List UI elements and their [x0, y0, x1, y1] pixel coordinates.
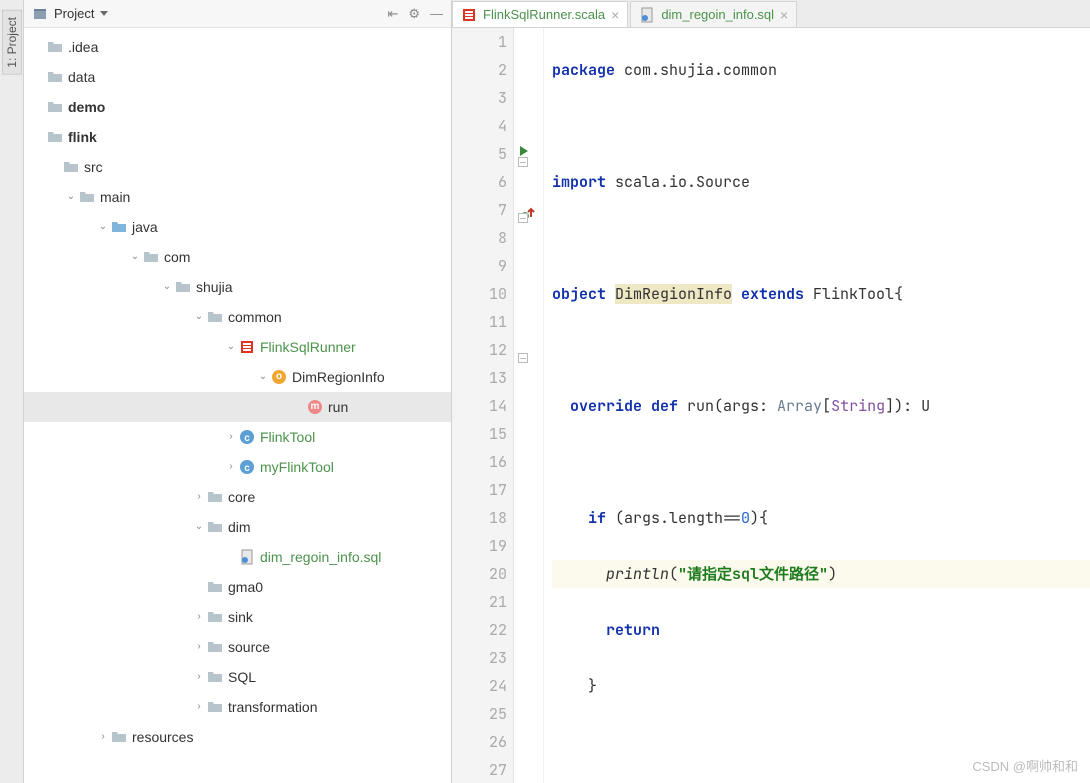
scala-class-icon [239, 339, 255, 355]
tree-item-transformation[interactable]: ›transformation [24, 692, 451, 722]
hide-icon[interactable]: — [430, 6, 443, 21]
project-dropdown-icon[interactable] [100, 11, 108, 16]
editor-area: FlinkSqlRunner.scala × dim_regoin_info.s… [452, 0, 1090, 783]
svg-text:c: c [244, 463, 250, 474]
gear-icon[interactable]: ⚙ [408, 6, 420, 22]
tree-item-source[interactable]: ›source [24, 632, 451, 662]
scala-class-icon: c [239, 429, 255, 445]
tree-item-sql[interactable]: ›SQL [24, 662, 451, 692]
project-icon [32, 6, 48, 22]
tree-item-sqlfile[interactable]: dim_regoin_info.sql [24, 542, 451, 572]
tree-item-shujia[interactable]: ⌄shujia [24, 272, 451, 302]
close-icon[interactable]: × [780, 7, 788, 23]
tab-dimregoininfo[interactable]: dim_regoin_info.sql × [630, 1, 797, 27]
collapse-icon[interactable]: ⇤ [387, 6, 398, 22]
tree-item-resources[interactable]: ›resources [24, 722, 451, 752]
gutter-icons [514, 28, 544, 783]
tree-item-flinksqlrunner[interactable]: ⌄FlinkSqlRunner [24, 332, 451, 362]
tree-item-main[interactable]: ⌄main [24, 182, 451, 212]
project-tree[interactable]: .idea data demo flink src ⌄main ⌄java ⌄c… [24, 28, 451, 783]
project-panel: Project ⇤ ⚙ — .idea data demo flink src … [24, 0, 452, 783]
tree-item-core[interactable]: ›core [24, 482, 451, 512]
project-header: Project ⇤ ⚙ — [24, 0, 451, 28]
tree-item-common[interactable]: ⌄common [24, 302, 451, 332]
tree-item-src[interactable]: src [24, 152, 451, 182]
svg-text:c: c [244, 433, 250, 444]
tree-item-java[interactable]: ⌄java [24, 212, 451, 242]
tree-item-idea[interactable]: .idea [24, 32, 451, 62]
scala-class-icon: c [239, 459, 255, 475]
tree-item-myflinktool[interactable]: ›cmyFlinkTool [24, 452, 451, 482]
method-icon: m [308, 400, 322, 414]
tree-item-dimregioninfo[interactable]: ⌄oDimRegionInfo [24, 362, 451, 392]
code-content[interactable]: package com.shujia.common import scala.i… [544, 28, 1090, 783]
tab-flinksqlrunner[interactable]: FlinkSqlRunner.scala × [452, 1, 628, 27]
tree-item-data[interactable]: data [24, 62, 451, 92]
project-tool-tab[interactable]: 1: Project [2, 10, 22, 75]
sql-file-icon [239, 549, 255, 565]
object-icon: o [272, 370, 286, 384]
fold-icon[interactable] [518, 344, 528, 372]
tool-window-bar[interactable]: 1: Project [0, 0, 24, 783]
tree-item-gma0[interactable]: gma0 [24, 572, 451, 602]
editor-tabs: FlinkSqlRunner.scala × dim_regoin_info.s… [452, 0, 1090, 28]
tree-item-dim[interactable]: ⌄dim [24, 512, 451, 542]
tree-item-demo[interactable]: demo [24, 92, 451, 122]
tree-item-sink[interactable]: ›sink [24, 602, 451, 632]
tree-item-com[interactable]: ⌄com [24, 242, 451, 272]
tree-item-run[interactable]: mrun [24, 392, 451, 422]
close-icon[interactable]: × [611, 7, 619, 23]
line-number-gutter[interactable]: 1234567891011121314151617181920212223242… [452, 28, 514, 783]
tree-item-flinktool[interactable]: ›cFlinkTool [24, 422, 451, 452]
fold-icon[interactable] [518, 148, 528, 176]
project-title: Project [54, 6, 94, 21]
tree-item-flink[interactable]: flink [24, 122, 451, 152]
scala-file-icon [461, 7, 477, 23]
fold-icon[interactable] [518, 204, 528, 232]
code-editor[interactable]: 1234567891011121314151617181920212223242… [452, 28, 1090, 783]
sql-file-icon [639, 7, 655, 23]
